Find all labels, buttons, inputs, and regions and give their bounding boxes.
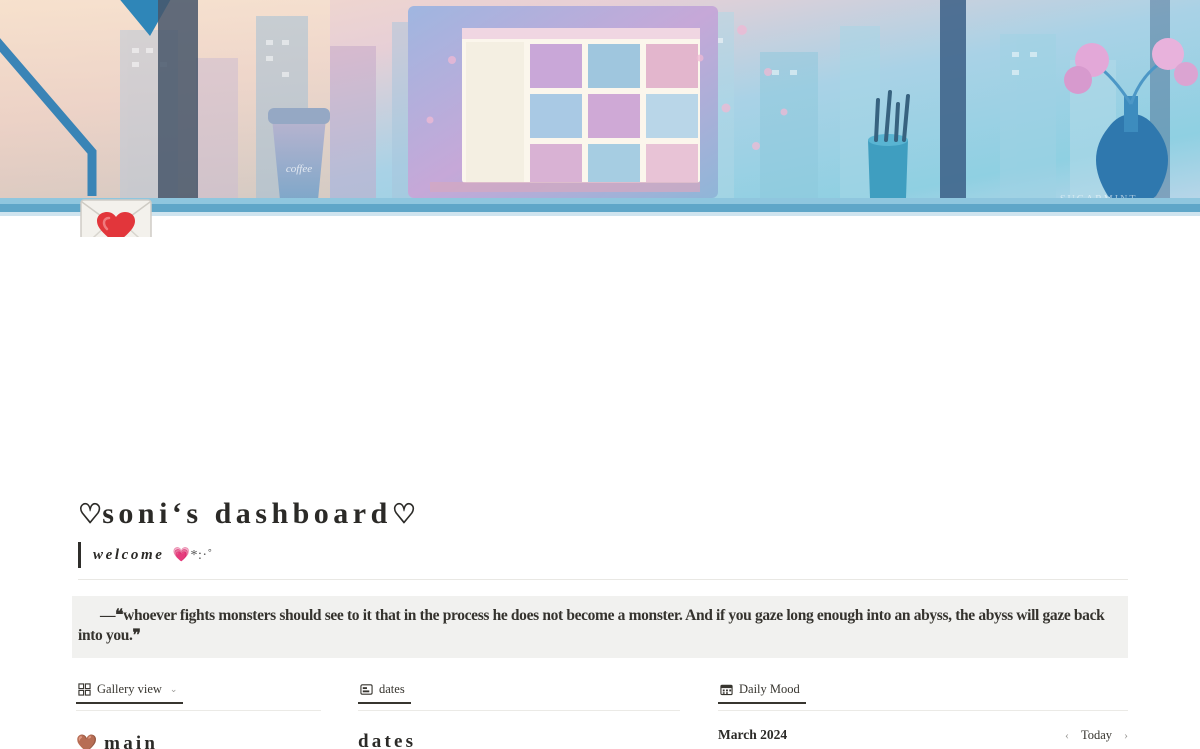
dashboard-page: coffee ♡soni‘s dashboard♡ welcome 💗*:·˚ … <box>0 0 1200 749</box>
calendar-toolbar: March 2024 ‹ Today › <box>718 727 1128 743</box>
brown-heart-icon: 🤎 <box>76 734 98 749</box>
heart-left-icon: ♡ <box>78 499 103 529</box>
section-divider <box>78 579 1128 580</box>
today-button[interactable]: Today <box>1081 728 1112 743</box>
page-title: ♡soni‘s dashboard♡ <box>78 497 416 531</box>
gallery-heading: 🤎 main <box>76 733 321 749</box>
calendar-month-label: March 2024 <box>718 727 788 742</box>
welcome-text: welcome <box>93 546 165 563</box>
welcome-callout: welcome 💗*:·˚ <box>78 542 213 568</box>
love-letter-emoji-icon[interactable] <box>80 199 152 237</box>
calendar-controls: ‹ Today › <box>1065 728 1128 743</box>
quote-text: —❝whoever fights monsters should see to … <box>78 607 1105 644</box>
tab-dates-label: dates <box>379 682 405 696</box>
prev-month-button[interactable]: ‹ <box>1065 728 1069 743</box>
dates-tabbar: dates <box>358 682 680 711</box>
page-cover-banner: coffee <box>0 0 1200 237</box>
tab-daily-mood[interactable]: Daily Mood <box>718 682 806 704</box>
tab-daily-mood-label: Daily Mood <box>739 682 800 696</box>
gallery-tabbar: Gallery view ⌄ <box>76 682 321 711</box>
welcome-emoji: 💗*:·˚ <box>172 547 213 563</box>
columns-container: Gallery view ⌄ 🤎 main dates dates Daily … <box>0 682 1200 749</box>
dates-heading-text: dates <box>358 731 417 749</box>
page-title-text: soni‘s dashboard <box>102 497 392 530</box>
svg-text:coffee: coffee <box>286 163 312 175</box>
column-gallery: Gallery view ⌄ 🤎 main <box>76 682 321 749</box>
column-daily-mood: Daily Mood March 2024 ‹ Today › Sun Mon … <box>718 682 1128 749</box>
gallery-heading-text: main <box>104 733 159 749</box>
timeline-icon <box>360 683 373 696</box>
tab-dates[interactable]: dates <box>358 682 411 704</box>
banner-artwork: coffee <box>0 0 1200 237</box>
quote-callout: —❝whoever fights monsters should see to … <box>72 596 1128 658</box>
heart-right-icon: ♡ <box>391 499 417 529</box>
chevron-down-icon[interactable]: ⌄ <box>170 684 178 695</box>
tab-gallery-view-label: Gallery view <box>97 682 162 696</box>
gallery-grid-icon <box>78 683 91 696</box>
column-dates: dates dates August 2018 Month ⌄ ‹ Today … <box>358 682 680 749</box>
dates-heading: dates <box>358 731 680 749</box>
tab-gallery-view[interactable]: Gallery view ⌄ <box>76 682 184 704</box>
calendar-icon <box>720 683 733 696</box>
next-month-button[interactable]: › <box>1124 728 1128 743</box>
mood-tabbar: Daily Mood <box>718 682 1128 711</box>
envelope-heart-icon <box>80 199 152 237</box>
